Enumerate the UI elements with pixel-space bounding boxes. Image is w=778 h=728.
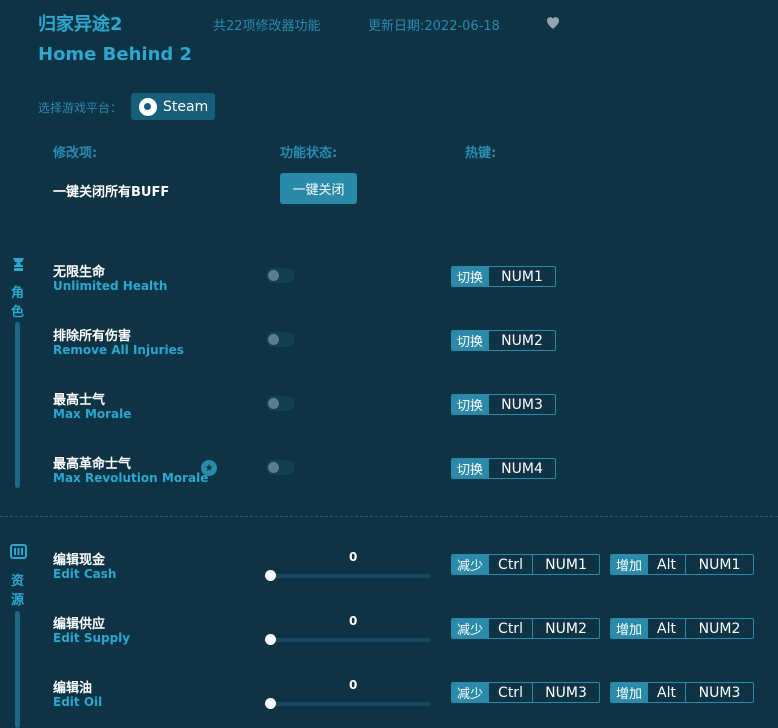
value-slider[interactable] bbox=[270, 702, 431, 706]
hotkey-increase[interactable]: 增加 Alt NUM3 bbox=[610, 682, 754, 703]
mod-name-en: Edit Cash bbox=[53, 567, 117, 581]
page-title-cn: 归家异途2 bbox=[38, 14, 123, 35]
hotkey-tag: 减少 bbox=[452, 619, 489, 638]
mod-name-cn: 排除所有伤害 bbox=[53, 329, 132, 344]
hotkey-mod: Alt bbox=[647, 619, 685, 638]
value-slider[interactable] bbox=[270, 638, 431, 642]
section-char: 色 bbox=[11, 305, 25, 320]
mod-toggle[interactable] bbox=[266, 332, 295, 347]
hotkey-key: NUM3 bbox=[488, 395, 555, 414]
feature-count: 共22项修改器功能 bbox=[213, 19, 321, 34]
hotkey-increase[interactable]: 增加 Alt NUM1 bbox=[610, 554, 754, 575]
slider-thumb[interactable] bbox=[265, 634, 276, 645]
resources-icon bbox=[10, 543, 27, 560]
mod-name-en: Edit Supply bbox=[53, 631, 131, 645]
section-char: 资 bbox=[11, 574, 25, 589]
hotkey-key: NUM1 bbox=[532, 555, 599, 574]
hotkey-mod: Ctrl bbox=[488, 555, 532, 574]
slider-thumb[interactable] bbox=[265, 698, 276, 709]
hotkey-tag: 减少 bbox=[452, 555, 489, 574]
hotkey-toggle[interactable]: 切换 NUM2 bbox=[451, 330, 556, 351]
hotkey-mod: Ctrl bbox=[488, 619, 532, 638]
section-char: 源 bbox=[11, 593, 25, 608]
section-char: 角 bbox=[11, 286, 25, 301]
hotkey-tag: 增加 bbox=[611, 555, 648, 574]
character-icon bbox=[10, 256, 27, 273]
update-date: 更新日期:2022-06-18 bbox=[368, 19, 500, 34]
close-all-buff-button[interactable]: 一键关闭 bbox=[280, 173, 357, 204]
heart-icon[interactable] bbox=[544, 13, 562, 31]
column-header-mod: 修改项: bbox=[53, 146, 98, 161]
star-icon: ★ bbox=[201, 460, 217, 476]
buff-label: 一键关闭所有BUFF bbox=[53, 185, 170, 200]
mod-toggle[interactable] bbox=[266, 396, 295, 411]
hotkey-key: NUM3 bbox=[685, 683, 753, 702]
slider-value: 0 bbox=[349, 614, 358, 628]
platform-label: 选择游戏平台： bbox=[38, 101, 123, 115]
section-bar bbox=[15, 322, 20, 488]
hotkey-key: NUM1 bbox=[685, 555, 753, 574]
hotkey-decrease[interactable]: 减少 Ctrl NUM1 bbox=[451, 554, 600, 575]
hotkey-tag: 减少 bbox=[452, 683, 489, 702]
hotkey-decrease[interactable]: 减少 Ctrl NUM2 bbox=[451, 618, 600, 639]
mod-name-cn: 编辑油 bbox=[53, 681, 93, 696]
hotkey-toggle[interactable]: 切换 NUM1 bbox=[451, 266, 556, 287]
slider-thumb[interactable] bbox=[265, 570, 276, 581]
hotkey-tag: 切换 bbox=[452, 395, 489, 414]
mod-name-cn: 编辑现金 bbox=[53, 553, 106, 568]
hotkey-key: NUM2 bbox=[532, 619, 599, 638]
hotkey-tag: 切换 bbox=[452, 267, 489, 286]
steam-label: Steam bbox=[163, 98, 209, 115]
steam-icon bbox=[139, 97, 157, 116]
mod-name-cn: 最高革命士气 bbox=[53, 457, 132, 472]
hotkey-key: NUM2 bbox=[488, 331, 555, 350]
mod-name-en: Unlimited Health bbox=[53, 279, 168, 293]
column-header-hotkey: 热键: bbox=[465, 146, 497, 161]
hotkey-decrease[interactable]: 减少 Ctrl NUM3 bbox=[451, 682, 600, 703]
hotkey-key: NUM1 bbox=[488, 267, 555, 286]
mod-name-en: Edit Oil bbox=[53, 695, 103, 709]
hotkey-key: NUM3 bbox=[532, 683, 599, 702]
hotkey-tag: 增加 bbox=[611, 683, 648, 702]
hotkey-key: NUM2 bbox=[685, 619, 753, 638]
mod-toggle[interactable] bbox=[266, 268, 295, 283]
slider-value: 0 bbox=[349, 678, 358, 692]
hotkey-mod: Alt bbox=[647, 683, 685, 702]
steam-platform-button[interactable]: Steam bbox=[131, 93, 215, 120]
mod-name-cn: 最高士气 bbox=[53, 393, 106, 408]
hotkey-tag: 切换 bbox=[452, 459, 489, 478]
hotkey-toggle[interactable]: 切换 NUM4 bbox=[451, 458, 556, 479]
value-slider[interactable] bbox=[270, 574, 431, 578]
hotkey-increase[interactable]: 增加 Alt NUM2 bbox=[610, 618, 754, 639]
slider-value: 0 bbox=[349, 550, 358, 564]
column-header-status: 功能状态: bbox=[280, 146, 338, 161]
section-bar bbox=[15, 611, 20, 728]
hotkey-tag: 增加 bbox=[611, 619, 648, 638]
mod-name-en: Max Revolution Morale bbox=[53, 471, 209, 485]
hotkey-key: NUM4 bbox=[488, 459, 555, 478]
section-divider bbox=[0, 516, 778, 517]
hotkey-toggle[interactable]: 切换 NUM3 bbox=[451, 394, 556, 415]
mod-toggle[interactable] bbox=[266, 460, 295, 475]
page-title-en: Home Behind 2 bbox=[38, 44, 193, 65]
hotkey-mod: Ctrl bbox=[488, 683, 532, 702]
hotkey-tag: 切换 bbox=[452, 331, 489, 350]
hotkey-mod: Alt bbox=[647, 555, 685, 574]
mod-name-en: Max Morale bbox=[53, 407, 132, 421]
mod-name-en: Remove All Injuries bbox=[53, 343, 184, 357]
mod-name-cn: 编辑供应 bbox=[53, 617, 106, 632]
mod-name-cn: 无限生命 bbox=[53, 265, 106, 280]
